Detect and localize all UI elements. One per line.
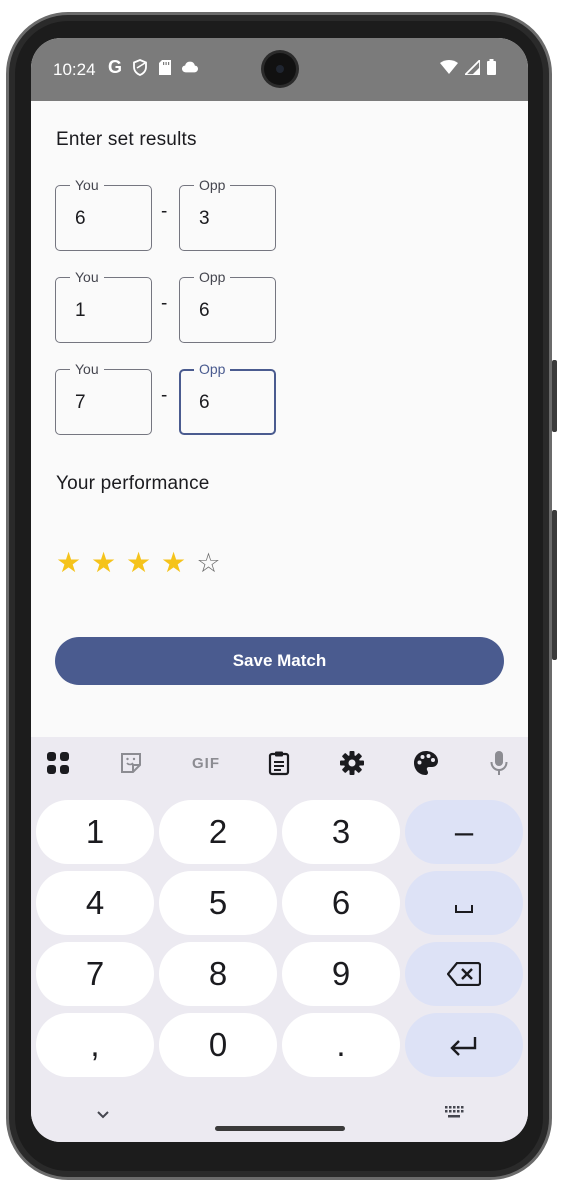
key-7[interactable]: 7: [36, 942, 154, 1006]
set-results-heading: Enter set results: [56, 129, 197, 150]
star-empty-icon[interactable]: ☆: [196, 548, 221, 578]
keyboard-bottom-bar: [31, 1097, 528, 1142]
clipboard-icon[interactable]: [266, 750, 292, 776]
screen: 10:24 G Enter set results You 6 - Opp 3 …: [31, 38, 528, 1142]
field-value: 6: [199, 300, 210, 321]
key-0[interactable]: 0: [159, 1013, 277, 1077]
status-bar: 10:24 G: [31, 38, 528, 101]
space-icon: [455, 905, 473, 913]
performance-rating: ★ ★ ★ ★ ☆: [56, 548, 221, 579]
chevron-down-icon[interactable]: [96, 1107, 110, 1125]
set3-opp-field[interactable]: Opp 6: [179, 360, 276, 435]
google-g-icon: G: [107, 56, 122, 77]
gif-icon[interactable]: GIF: [189, 750, 223, 776]
key-enter[interactable]: [405, 1013, 523, 1077]
star-filled-icon[interactable]: ★: [91, 548, 116, 578]
set2-opp-field[interactable]: Opp 6: [179, 268, 276, 343]
star-filled-icon[interactable]: ★: [56, 548, 81, 578]
key-comma[interactable]: ,: [36, 1013, 154, 1077]
apps-grid-icon[interactable]: [45, 750, 71, 776]
key-8[interactable]: 8: [159, 942, 277, 1006]
power-button: [552, 360, 557, 432]
score-separator: -: [161, 201, 168, 222]
key-9[interactable]: 9: [282, 942, 400, 1006]
status-time: 10:24: [53, 60, 96, 79]
field-label: Opp: [194, 360, 231, 378]
score-separator: -: [161, 385, 168, 406]
set2-you-field[interactable]: You 1: [55, 268, 152, 343]
key-6[interactable]: 6: [282, 871, 400, 935]
backspace-icon: [446, 961, 482, 987]
field-label: Opp: [194, 268, 231, 286]
battery-icon: [487, 59, 496, 80]
field-value: 1: [75, 300, 86, 321]
set1-you-field[interactable]: You 6: [55, 176, 152, 251]
field-value: 7: [75, 392, 86, 413]
numeric-keyboard: GIF 1 2 3 – 4 5 6 7 8 9 , 0 .: [31, 737, 528, 1142]
match-entry-form: Enter set results You 6 - Opp 3 You 1 - …: [31, 101, 528, 737]
field-label: You: [70, 268, 104, 286]
key-period[interactable]: .: [282, 1013, 400, 1077]
front-camera: [264, 53, 296, 85]
mic-icon[interactable]: [486, 750, 512, 776]
key-2[interactable]: 2: [159, 800, 277, 864]
set3-you-field[interactable]: You 7: [55, 360, 152, 435]
key-minus[interactable]: –: [405, 800, 523, 864]
volume-button: [552, 510, 557, 660]
field-value: 6: [199, 392, 210, 413]
signal-icon: [462, 57, 481, 80]
score-separator: -: [161, 293, 168, 314]
cloud-icon: [182, 58, 198, 76]
key-backspace[interactable]: [405, 942, 523, 1006]
palette-icon[interactable]: [413, 750, 439, 776]
key-3[interactable]: 3: [282, 800, 400, 864]
save-match-button[interactable]: Save Match: [55, 637, 504, 685]
keyboard-toolbar: GIF: [31, 737, 528, 789]
key-5[interactable]: 5: [159, 871, 277, 935]
wifi-icon: [440, 60, 458, 79]
performance-heading: Your performance: [56, 473, 210, 494]
field-value: 3: [199, 208, 210, 229]
keyboard-icon[interactable]: [444, 1105, 464, 1124]
star-filled-icon[interactable]: ★: [126, 548, 151, 578]
field-label: Opp: [194, 176, 231, 194]
field-label: You: [70, 176, 104, 194]
settings-icon[interactable]: [339, 750, 365, 776]
sd-card-icon: [157, 58, 173, 76]
set1-opp-field[interactable]: Opp 3: [179, 176, 276, 251]
shield-icon: [132, 58, 148, 76]
field-value: 6: [75, 208, 86, 229]
key-1[interactable]: 1: [36, 800, 154, 864]
key-4[interactable]: 4: [36, 871, 154, 935]
field-label: You: [70, 360, 104, 378]
key-space[interactable]: [405, 871, 523, 935]
sticker-icon[interactable]: [118, 750, 144, 776]
star-filled-icon[interactable]: ★: [161, 548, 186, 578]
home-indicator[interactable]: [215, 1126, 345, 1131]
enter-icon: [450, 1037, 477, 1056]
